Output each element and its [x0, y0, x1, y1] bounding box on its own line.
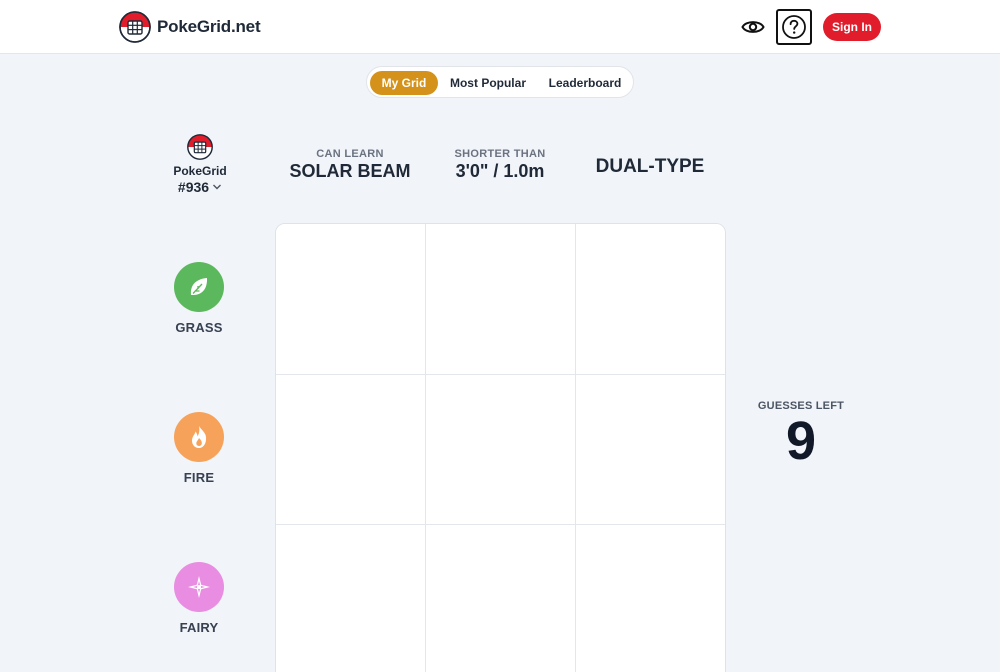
row-header-fairy-label: FAIRY [179, 620, 219, 635]
row-header-grass-label: GRASS [175, 320, 223, 335]
grid-divider [575, 224, 576, 672]
flame-icon [192, 426, 207, 448]
guess-grid [275, 223, 726, 672]
fairy-type-badge [174, 562, 224, 612]
grass-type-badge [174, 262, 224, 312]
column-header-2: SHORTER THAN 3'0" / 1.0m [425, 148, 575, 182]
grid-cell-2-3[interactable] [576, 374, 725, 524]
puzzle-number: #936 [177, 179, 210, 195]
column-header-2-label: SHORTER THAN [454, 148, 546, 160]
grid-cell-2-1[interactable] [276, 374, 426, 524]
row-header-fairy: FAIRY [149, 562, 249, 635]
row-header-grass: GRASS [149, 262, 249, 335]
grid-cell-1-1[interactable] [276, 224, 426, 374]
help-button[interactable] [776, 9, 812, 45]
tab-my-grid[interactable]: My Grid [370, 71, 438, 95]
grid-divider [276, 374, 725, 375]
puzzle-name: PokeGrid [173, 164, 227, 178]
eye-button[interactable] [739, 14, 767, 40]
grid-divider [276, 524, 725, 525]
sparkle-icon [188, 576, 210, 598]
brand-name: PokeGrid.net [157, 17, 261, 36]
question-icon [782, 15, 806, 39]
grid-cell-3-3[interactable] [576, 524, 725, 672]
eye-icon [741, 21, 765, 33]
guesses-left-count: 9 [785, 411, 817, 471]
top-header: PokeGrid.net Sign In [0, 0, 1000, 54]
fire-type-badge [174, 412, 224, 462]
leaf-icon [190, 278, 208, 295]
grid-cell-3-1[interactable] [276, 524, 426, 672]
tab-most-popular[interactable]: Most Popular [446, 71, 530, 95]
view-tabs: My Grid Most Popular Leaderboard [366, 66, 634, 98]
column-header-3: DUAL-TYPE [575, 155, 725, 178]
brand-link[interactable]: PokeGrid.net [119, 11, 261, 43]
grid-cell-1-3[interactable] [576, 224, 725, 374]
sign-in-button[interactable]: Sign In [823, 13, 881, 41]
guesses-left-panel: GUESSES LEFT 9 [755, 400, 847, 470]
grid-cell-2-2[interactable] [426, 374, 576, 524]
pokeball-icon [187, 134, 213, 160]
pokeball-logo-icon [119, 11, 151, 43]
puzzle-number-dropdown[interactable]: #936 [164, 179, 236, 195]
column-header-2-value: 3'0" / 1.0m [455, 161, 545, 181]
chevron-down-icon [213, 184, 222, 190]
row-header-fire-label: FIRE [183, 470, 215, 485]
grid-cell-3-2[interactable] [426, 524, 576, 672]
column-header-1-value: SOLAR BEAM [289, 161, 411, 181]
puzzle-selector[interactable]: PokeGrid #936 [164, 134, 236, 195]
column-header-1-label: CAN LEARN [316, 148, 384, 160]
tab-leaderboard[interactable]: Leaderboard [543, 71, 627, 95]
grid-divider [425, 224, 426, 672]
column-header-1: CAN LEARN SOLAR BEAM [275, 148, 425, 182]
grid-cell-1-2[interactable] [426, 224, 576, 374]
row-header-fire: FIRE [149, 412, 249, 485]
column-header-3-value: DUAL-TYPE [595, 156, 705, 177]
